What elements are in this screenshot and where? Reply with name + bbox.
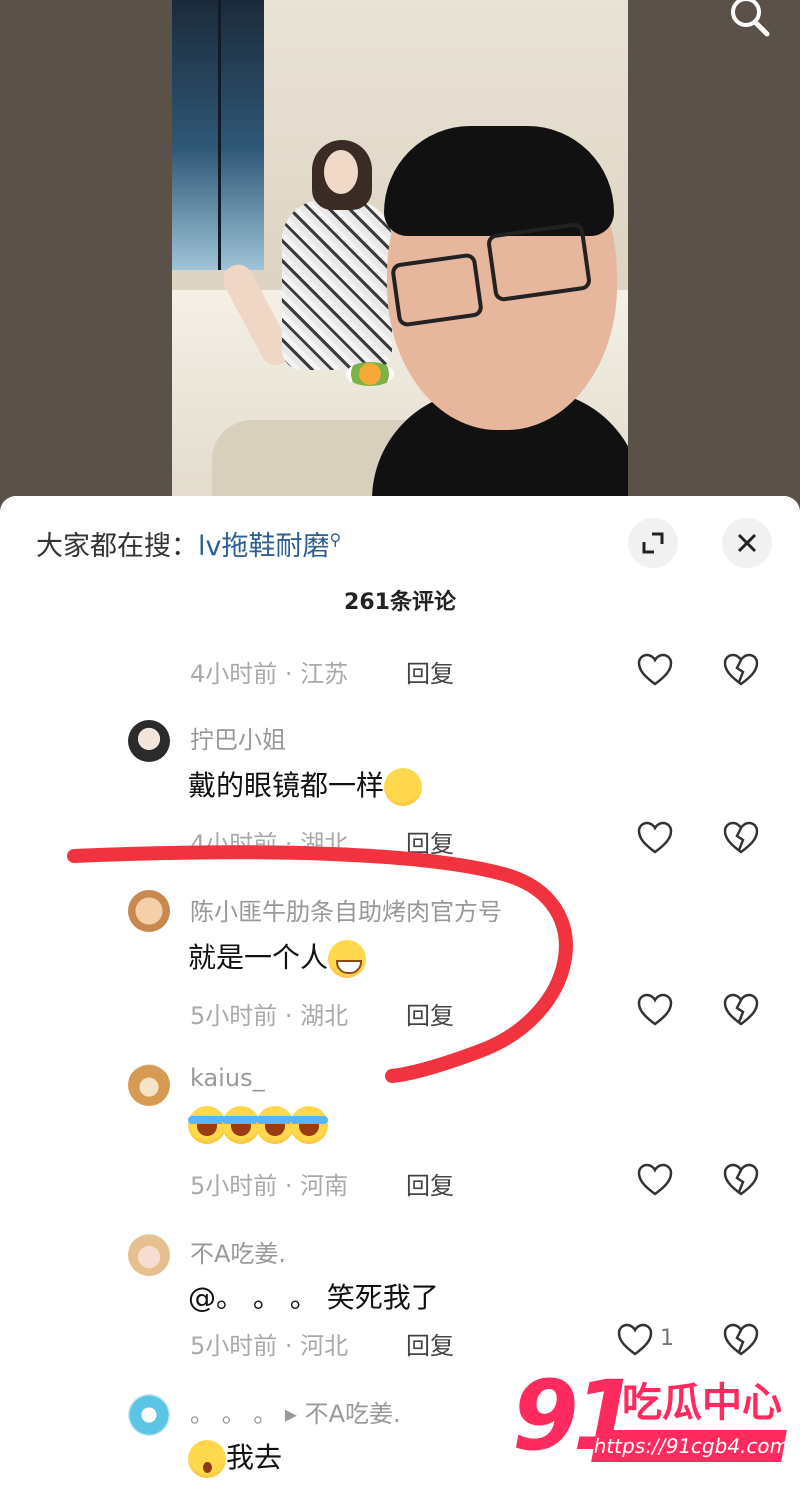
hot-search-banner[interactable]: 大家都在搜：lv拖鞋耐磨⚲ — [36, 524, 341, 563]
search-icon: ⚲ — [329, 530, 342, 549]
comment-text: 我去 — [188, 1436, 282, 1478]
woman-figure — [282, 200, 392, 370]
comment-meta: 5小时前 · 湖北 — [190, 1002, 349, 1030]
broken-heart-icon[interactable] — [722, 820, 760, 856]
broken-heart-icon[interactable] — [722, 652, 760, 688]
reply-button[interactable]: 回复 — [406, 824, 454, 859]
comment-count: 261条评论 — [344, 590, 456, 615]
avatar[interactable] — [128, 1234, 170, 1276]
heart-icon[interactable] — [636, 1162, 674, 1198]
shocked-face-icon — [188, 1440, 226, 1478]
avatar[interactable] — [128, 1394, 170, 1436]
close-button[interactable] — [722, 518, 772, 568]
heart-icon[interactable] — [636, 992, 674, 1028]
broken-heart-icon[interactable] — [722, 1322, 760, 1358]
comment-meta: 4小时前 · 江苏 — [190, 660, 349, 688]
watermark-url: https://91cgb4.com — [591, 1430, 791, 1462]
comment-username[interactable]: 陈小匪牛肋条自助烤肉官方号 — [190, 892, 502, 927]
comment-username[interactable]: kaius_ — [190, 1064, 265, 1092]
heart-icon[interactable] — [636, 820, 674, 856]
loudly-crying-face-icon — [188, 1106, 226, 1144]
avatar[interactable] — [128, 720, 170, 762]
hot-search-prefix: 大家都在搜： — [36, 531, 198, 562]
video-player[interactable] — [0, 0, 800, 510]
grinning-sweat-face-icon — [328, 940, 367, 978]
broken-heart-icon[interactable] — [722, 992, 760, 1028]
window-view — [172, 0, 264, 270]
comment-sheet: 大家都在搜：lv拖鞋耐磨⚲ 261条评论 4小时前 · 江苏 回复 拧巴小姐 戴… — [0, 496, 800, 1488]
avatar[interactable] — [128, 1064, 170, 1106]
avatar[interactable] — [128, 890, 170, 932]
comment-text: @。 。 。 笑死我了 — [188, 1281, 439, 1314]
fruit-plate — [346, 362, 394, 386]
watermark-name: 吃瓜中心 — [622, 1380, 782, 1426]
video-frame — [172, 0, 628, 500]
reply-button[interactable]: 回复 — [406, 1166, 454, 1201]
expand-icon — [642, 532, 664, 554]
reply-button[interactable]: 回复 — [406, 654, 454, 689]
expand-button[interactable] — [628, 518, 678, 568]
comment-meta: 5小时前 · 河南 — [190, 1172, 349, 1200]
comment-username[interactable]: 不A吃姜. — [190, 1234, 286, 1269]
close-icon — [737, 533, 757, 553]
comment-username[interactable]: 。 。 。 ▸ 不A吃姜. — [190, 1394, 401, 1429]
comment-meta: 5小时前 · 河北 — [190, 1332, 349, 1360]
search-icon[interactable] — [722, 0, 778, 40]
heart-icon[interactable] — [616, 1322, 654, 1358]
comment-text: 戴的眼镜都一样 — [188, 764, 423, 806]
hot-search-keyword[interactable]: lv拖鞋耐磨 — [198, 531, 329, 562]
broken-heart-icon[interactable] — [722, 1162, 760, 1198]
loudly-crying-face-icon — [290, 1106, 328, 1144]
comment-text — [188, 1106, 328, 1144]
comment-meta: 4小时前 · 湖北 — [190, 830, 349, 858]
heart-icon[interactable] — [636, 652, 674, 688]
reply-arrow-icon: ▸ — [284, 1400, 297, 1428]
annotation-curve — [67, 845, 573, 1083]
comment-text: 就是一个人 — [188, 936, 367, 978]
loudly-crying-face-icon — [222, 1106, 260, 1144]
like-count: 1 — [660, 1326, 674, 1351]
loudly-crying-face-icon — [256, 1106, 294, 1144]
reply-button[interactable]: 回复 — [406, 1326, 454, 1361]
watermark-logo: 91 吃瓜中心 https://91cgb4.com — [512, 1360, 792, 1476]
comment-username[interactable]: 拧巴小姐 — [190, 720, 286, 755]
reply-button[interactable]: 回复 — [406, 996, 454, 1031]
crying-face-icon — [384, 768, 423, 806]
